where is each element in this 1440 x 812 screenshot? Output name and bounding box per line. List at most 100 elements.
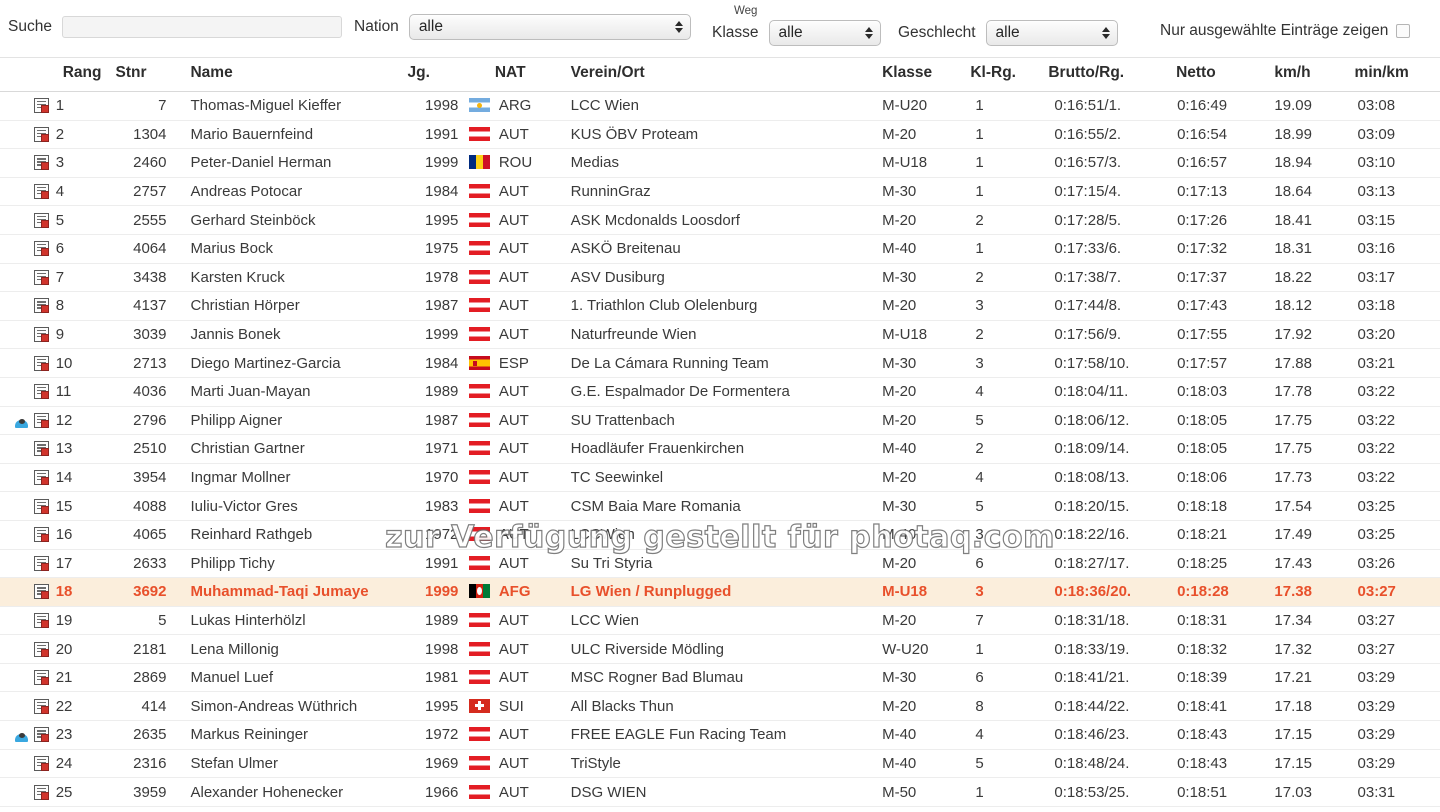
cell-rang[interactable]: 12: [52, 406, 112, 436]
col-header-stnr[interactable]: Stnr: [111, 58, 181, 92]
cell-rang[interactable]: 2: [52, 120, 112, 150]
table-row[interactable]: 10 2713 Diego Martinez-Garcia 1984 ESP De La …: [0, 348, 1440, 378]
row-report-icon-cell[interactable]: [30, 120, 53, 150]
col-header-brutto[interactable]: Brutto/Rg.: [1040, 58, 1165, 92]
cell-rang[interactable]: 1: [52, 91, 112, 121]
cell-name[interactable]: Philipp Tichy: [180, 549, 402, 579]
cell-name[interactable]: Mario Bauernfeind: [180, 120, 402, 150]
table-row[interactable]: 7 3438 Karsten Kruck 1978 AUT ASV Dusiburg M-3…: [0, 263, 1440, 293]
table-row[interactable]: [0, 806, 1440, 812]
row-report-icon-cell[interactable]: [30, 720, 53, 750]
report-icon[interactable]: [34, 269, 50, 285]
cell-rang[interactable]: 8: [52, 291, 112, 321]
row-report-icon-cell[interactable]: [30, 234, 53, 264]
row-report-icon-cell[interactable]: [30, 263, 53, 293]
col-header-jg[interactable]: Jg.: [401, 58, 465, 92]
row-report-icon-cell[interactable]: [30, 663, 53, 693]
table-row[interactable]: 1 7 Thomas-Miguel Kieffer 1998 ARG LCC Wien M-…: [0, 91, 1440, 121]
report-icon[interactable]: [34, 698, 50, 714]
col-header-name[interactable]: Name: [180, 58, 402, 92]
report-icon[interactable]: [34, 470, 50, 486]
report-icon[interactable]: [34, 670, 50, 686]
cell-name[interactable]: Thomas-Miguel Kieffer: [180, 91, 402, 121]
row-report-icon-cell[interactable]: [30, 348, 53, 378]
cell-name[interactable]: Marius Bock: [180, 234, 402, 264]
report-icon[interactable]: [34, 412, 50, 428]
table-row[interactable]: 24 2316 Stefan Ulmer 1969 AUT TriStyle M-40 5 0:…: [0, 749, 1440, 779]
table-row[interactable]: 3 2460 Peter-Daniel Herman 1999 ROU Medias M-U…: [0, 148, 1440, 178]
table-row[interactable]: 4 2757 Andreas Potocar 1984 AUT RunninGraz M-3…: [0, 177, 1440, 207]
cell-name[interactable]: Reinhard Rathgeb: [180, 520, 402, 550]
row-report-icon-cell[interactable]: [30, 491, 53, 521]
results-table-container[interactable]: zur Verfügung gestellt für photaq.com Ra…: [0, 58, 1440, 812]
only-selected-group[interactable]: Nur ausgewählte Einträge zeigen: [1160, 22, 1411, 40]
report-icon[interactable]: [34, 98, 50, 114]
row-report-icon-cell[interactable]: [30, 148, 53, 178]
row-report-icon-cell[interactable]: [30, 406, 53, 436]
cell-rang[interactable]: 3: [52, 148, 112, 178]
row-report-icon-cell[interactable]: [30, 549, 53, 579]
cell-name[interactable]: Iuliu-Victor Gres: [180, 491, 402, 521]
cell-rang[interactable]: 10: [52, 348, 112, 378]
cell-name[interactable]: Manuel Luef: [180, 663, 402, 693]
cell-rang[interactable]: 14: [52, 463, 112, 493]
cell-name[interactable]: Marti Juan-Mayan: [180, 377, 402, 407]
col-header-klrg[interactable]: Kl-Rg.: [967, 58, 1041, 92]
only-selected-checkbox[interactable]: [1396, 24, 1411, 38]
row-report-icon-cell[interactable]: [30, 606, 53, 636]
nation-select[interactable]: alle: [408, 14, 691, 40]
cell-name[interactable]: Philipp Aigner: [180, 406, 402, 436]
table-row[interactable]: 12 2796 Philipp Aigner 1987 AUT SU Trattenbac…: [0, 406, 1440, 436]
report-icon[interactable]: [34, 784, 50, 800]
col-header-nat[interactable]: NAT: [494, 58, 552, 92]
table-row[interactable]: 20 2181 Lena Millonig 1998 AUT ULC Riverside …: [0, 634, 1440, 664]
cell-name[interactable]: Christian Gartner: [180, 434, 402, 464]
row-report-icon-cell[interactable]: [30, 777, 53, 807]
cell-rang[interactable]: 25: [52, 777, 112, 807]
table-row[interactable]: 2 1304 Mario Bauernfeind 1991 AUT KUS ÖBV Pro…: [0, 120, 1440, 150]
cell-rang[interactable]: 16: [52, 520, 112, 550]
search-input[interactable]: [61, 16, 342, 38]
table-row[interactable]: 17 2633 Philipp Tichy 1991 AUT Su Tri Styria M…: [0, 549, 1440, 579]
table-row[interactable]: 21 2869 Manuel Luef 1981 AUT MSC Rogner Bad B…: [0, 663, 1440, 693]
row-person-marker[interactable]: [0, 720, 31, 750]
cell-rang[interactable]: 6: [52, 234, 112, 264]
table-row[interactable]: 8 4137 Christian Hörper 1987 AUT 1. Triathlon…: [0, 291, 1440, 321]
cell-name[interactable]: Simon-Andreas Wüthrich: [180, 691, 402, 722]
row-report-icon-cell[interactable]: [30, 463, 53, 493]
table-row[interactable]: 25 3959 Alexander Hohenecker 1966 AUT DSG WIE…: [0, 777, 1440, 807]
cell-rang[interactable]: 19: [52, 606, 112, 636]
report-icon[interactable]: [34, 384, 50, 400]
report-icon[interactable]: [34, 755, 50, 771]
report-icon[interactable]: [34, 212, 50, 228]
cell-rang[interactable]: 17: [52, 549, 112, 579]
report-icon[interactable]: [34, 155, 50, 171]
report-icon[interactable]: [34, 555, 50, 571]
report-icon[interactable]: [34, 184, 50, 200]
cell-rang[interactable]: 15: [52, 491, 112, 521]
report-icon[interactable]: [34, 298, 50, 314]
row-report-icon-cell[interactable]: [30, 177, 53, 207]
cell-rang[interactable]: 20: [52, 634, 112, 664]
cell-rang[interactable]: 22: [52, 691, 112, 722]
cell-rang[interactable]: 23: [52, 720, 112, 750]
cell-rang[interactable]: [52, 806, 112, 812]
table-row[interactable]: 16 4065 Reinhard Rathgeb 1972 AUT LCCWien M-40…: [0, 520, 1440, 550]
table-row[interactable]: 9 3039 Jannis Bonek 1999 AUT Naturfreunde Wie…: [0, 320, 1440, 350]
report-icon[interactable]: [34, 241, 50, 257]
cell-rang[interactable]: 9: [52, 320, 112, 350]
cell-name[interactable]: Markus Reininger: [180, 720, 402, 750]
cell-rang[interactable]: 21: [52, 663, 112, 693]
row-report-icon-cell[interactable]: [30, 377, 53, 407]
col-header-rang[interactable]: Rang: [52, 58, 112, 92]
row-report-icon-cell[interactable]: [30, 577, 53, 607]
row-report-icon-cell[interactable]: [30, 520, 53, 550]
table-row[interactable]: 23 2635 Markus Reininger 1972 AUT FREE EAGLE …: [0, 720, 1440, 750]
report-icon[interactable]: [34, 126, 50, 142]
cell-name[interactable]: Karsten Kruck: [180, 263, 402, 293]
cell-name[interactable]: Peter-Daniel Herman: [180, 148, 402, 178]
cell-rang[interactable]: 4: [52, 177, 112, 207]
table-row[interactable]: 22 414 Simon-Andreas Wüthrich 1995 SUI All Bl…: [0, 691, 1440, 722]
cell-name[interactable]: Stefan Ulmer: [180, 749, 402, 779]
cell-name[interactable]: [180, 806, 402, 812]
